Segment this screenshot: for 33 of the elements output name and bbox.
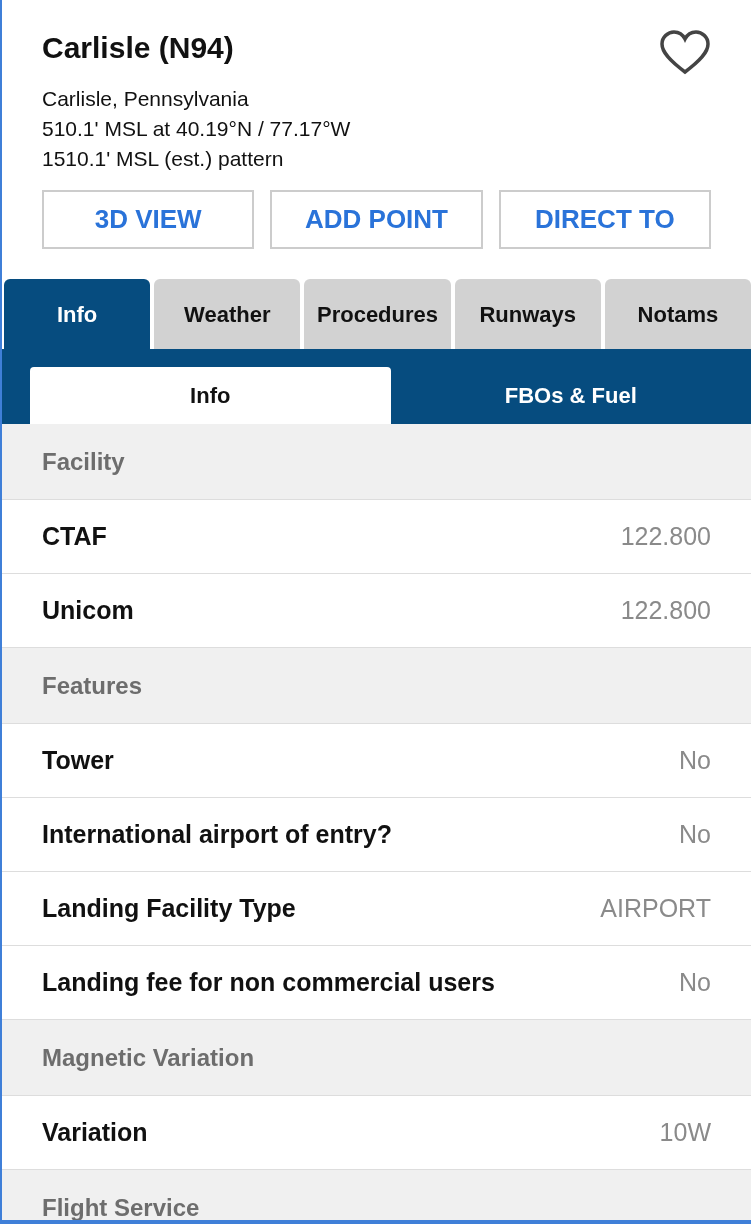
airport-title: Carlisle (N94): [42, 30, 234, 66]
segment-tab[interactable]: FBOs & Fuel: [390, 367, 751, 424]
row-label: Unicom: [42, 594, 134, 626]
info-line: 510.1' MSL at 40.19°N / 77.17°W: [42, 116, 352, 142]
row-value: No: [679, 744, 711, 776]
segment-tab[interactable]: Info: [30, 367, 391, 424]
row-label: CTAF: [42, 520, 107, 552]
row-label: International airport of entry?: [42, 818, 393, 850]
row-label: Tower: [42, 744, 114, 776]
action-button[interactable]: 3D VIEW: [42, 190, 255, 249]
row-value: AIRPORT: [600, 892, 711, 924]
row-label: Variation: [42, 1116, 148, 1148]
action-button[interactable]: ADD POINT: [270, 190, 483, 249]
tab[interactable]: Procedures: [304, 279, 451, 349]
section-title: Magnetic Variation: [42, 1042, 255, 1073]
row-label: Landing fee for non commercial users: [42, 966, 495, 998]
row-value: 122.800: [620, 594, 711, 626]
row-value: No: [679, 818, 711, 850]
section-title: Flight Service: [42, 1192, 200, 1220]
tab[interactable]: Notams: [604, 279, 751, 349]
section-title: Facility: [42, 446, 125, 477]
tab[interactable]: Info: [4, 279, 151, 349]
row-value: No: [679, 966, 711, 998]
tab[interactable]: Weather: [154, 279, 301, 349]
section-title: Features: [42, 670, 143, 701]
action-button[interactable]: DIRECT TO: [498, 190, 711, 249]
tab[interactable]: Runways: [454, 279, 601, 349]
row-label: Landing Facility Type: [42, 892, 296, 924]
info-line: Carlisle, Pennsylvania: [42, 86, 250, 112]
info-line: 1510.1' MSL (est.) pattern: [42, 146, 285, 172]
heart-icon[interactable]: [659, 30, 711, 76]
row-value: 122.800: [620, 520, 711, 552]
row-value: 10W: [659, 1116, 711, 1148]
